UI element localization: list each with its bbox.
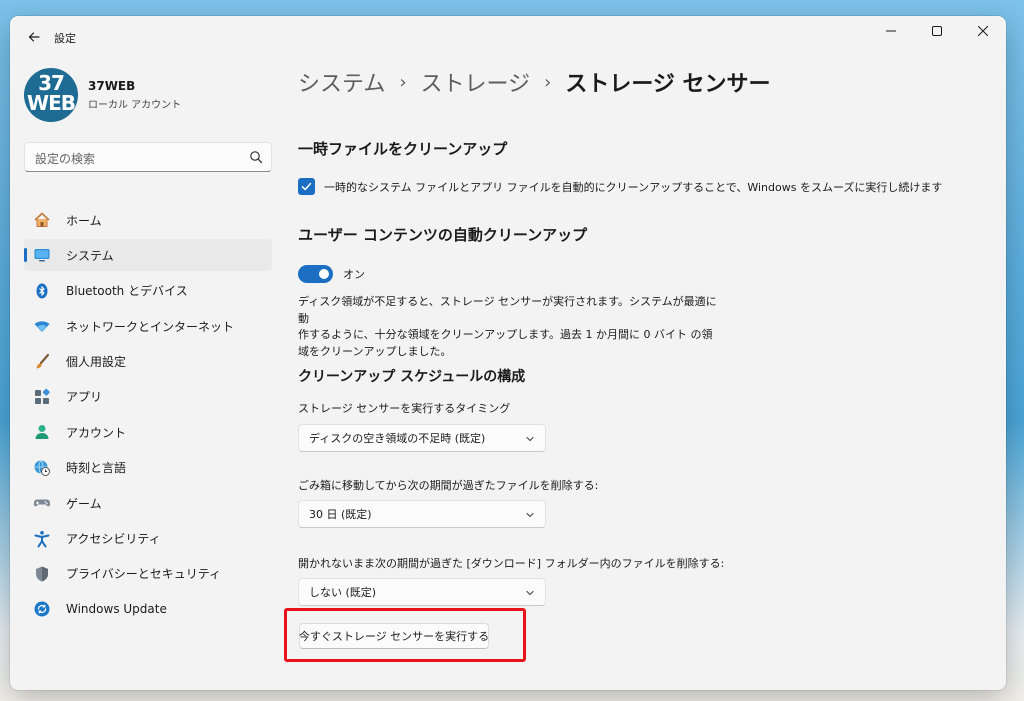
sidebar-item-label: Windows Update [66, 602, 167, 617]
auto-cleanup-description: ディスク領域が不足すると、ストレージ センサーが実行されます。システムが最適に動… [298, 294, 718, 360]
chevron-down-icon [526, 590, 534, 596]
sidebar-item-label: Bluetooth とデバイス [66, 284, 188, 299]
sidebar-item-label: 個人用設定 [66, 355, 127, 370]
toggle-knob [319, 269, 329, 279]
breadcrumb-item-storage[interactable]: ストレージ [421, 66, 531, 98]
toggle-state-label: オン [343, 268, 365, 281]
chevron-right-icon: › [399, 71, 407, 93]
sidebar-item-label: アクセシビリティ [66, 532, 161, 547]
chevron-right-icon: › [544, 71, 552, 93]
downloads-label: 開かれないまま次の期間が過ぎた [ダウンロード] フォルダー内のファイルを削除す… [298, 557, 725, 570]
profile-info: 37WEB ローカル アカウント [88, 79, 181, 111]
window-controls [868, 16, 1006, 46]
sidebar-item-label: アプリ [66, 390, 103, 405]
description-line: 域をクリーンアップしました。 [298, 344, 452, 358]
title-bar: 設定 [10, 16, 1006, 58]
sidebar-item-system[interactable]: システム [24, 239, 272, 272]
minimize-icon [886, 30, 896, 32]
main-content: システム › ストレージ › ストレージ センサー 一時ファイルをクリーンアップ… [284, 58, 998, 690]
chevron-down-icon [526, 436, 534, 442]
back-button[interactable] [20, 24, 48, 50]
dropdown-value: ディスクの空き領域の不足時 (既定) [309, 432, 486, 445]
run-timing-label: ストレージ センサーを実行するタイミング [298, 402, 511, 415]
gamepad-icon [32, 493, 52, 513]
sidebar: 37 WEB 37WEB ローカル アカウント 設定の検索 ホーム システム B… [10, 58, 282, 690]
back-arrow-icon [28, 32, 40, 42]
sidebar-item-personalization[interactable]: 個人用設定 [24, 346, 272, 378]
sidebar-item-bluetooth[interactable]: Bluetooth とデバイス [24, 275, 272, 307]
system-monitor-icon [32, 245, 52, 265]
highlight-frame: 今すぐストレージ センサーを実行する [284, 608, 526, 662]
temp-files-checkbox-label: 一時的なシステム ファイルとアプリ ファイルを自動的にクリーンアップすることで、… [324, 180, 943, 194]
maximize-button[interactable] [914, 16, 960, 46]
sidebar-item-privacy[interactable]: プライバシーとセキュリティ [24, 558, 272, 590]
temp-files-checkbox[interactable] [298, 178, 315, 195]
avatar: 37 WEB [24, 68, 78, 122]
shield-icon [32, 564, 52, 584]
sidebar-item-label: システム [66, 248, 114, 263]
apps-icon [32, 387, 52, 407]
search-box[interactable]: 設定の検索 [24, 142, 272, 172]
profile[interactable]: 37 WEB 37WEB ローカル アカウント [24, 68, 181, 122]
dropdown-value: 30 日 (既定) [309, 508, 372, 521]
sidebar-item-home[interactable]: ホーム [24, 204, 272, 236]
bluetooth-icon [32, 281, 52, 301]
accessibility-icon [32, 529, 52, 549]
minimize-button[interactable] [868, 16, 914, 46]
sidebar-item-label: ゲーム [66, 496, 102, 511]
sidebar-item-network[interactable]: ネットワークとインターネット [24, 310, 272, 342]
sidebar-item-label: ネットワークとインターネット [66, 319, 235, 334]
avatar-logo-text: 37 WEB [27, 71, 76, 115]
home-icon [32, 210, 52, 230]
sidebar-item-label: プライバシーとセキュリティ [66, 567, 222, 582]
close-icon [978, 26, 988, 36]
temp-files-heading: 一時ファイルをクリーンアップ [298, 140, 508, 158]
sidebar-item-gaming[interactable]: ゲーム [24, 487, 272, 519]
chevron-down-icon [526, 512, 534, 518]
run-storage-sense-button[interactable]: 今すぐストレージ センサーを実行する [299, 623, 489, 649]
auto-cleanup-toggle[interactable] [298, 265, 333, 283]
sidebar-item-apps[interactable]: アプリ [24, 381, 272, 413]
window-title: 設定 [54, 32, 76, 45]
profile-account-type: ローカル アカウント [88, 100, 182, 111]
sidebar-item-windows-update[interactable]: Windows Update [24, 593, 272, 625]
recycle-bin-label: ごみ箱に移動してから次の期間が過ぎたファイルを削除する: [298, 479, 599, 492]
description-line: ディスク領域が不足すると、ストレージ センサーが実行されます。システムが最適に動 [298, 295, 717, 325]
maximize-icon [932, 26, 942, 36]
profile-name: 37WEB [88, 79, 136, 93]
downloads-dropdown[interactable]: しない (既定) [298, 578, 546, 606]
sidebar-item-label: 時刻と言語 [66, 461, 127, 476]
sidebar-nav: ホーム システム Bluetooth とデバイス ネットワークとインターネット [24, 204, 272, 629]
sidebar-item-label: アカウント [66, 425, 127, 440]
globe-clock-icon [32, 458, 52, 478]
temp-files-checkbox-row[interactable]: 一時的なシステム ファイルとアプリ ファイルを自動的にクリーンアップすることで、… [298, 178, 942, 195]
recycle-bin-dropdown[interactable]: 30 日 (既定) [298, 500, 546, 528]
page-title: ストレージ センサー [565, 72, 771, 97]
search-input[interactable]: 設定の検索 [35, 150, 95, 167]
settings-window: 設定 37 WEB 37WEB ローカル アカウント 設定の検索 ホーム システ… [10, 16, 1006, 690]
account-icon [32, 422, 52, 442]
search-icon [250, 151, 263, 164]
run-timing-dropdown[interactable]: ディスクの空き領域の不足時 (既定) [298, 424, 546, 452]
breadcrumb: システム › ストレージ › ストレージ センサー [298, 66, 771, 98]
sidebar-item-accessibility[interactable]: アクセシビリティ [24, 523, 272, 555]
close-button[interactable] [960, 16, 1006, 46]
dropdown-value: しない (既定) [309, 586, 377, 599]
breadcrumb-item-system[interactable]: システム [298, 66, 385, 98]
sidebar-item-label: ホーム [66, 213, 102, 228]
brush-icon [32, 352, 52, 372]
sidebar-item-time-language[interactable]: 時刻と言語 [24, 452, 272, 484]
description-line: 作するように、十分な領域をクリーンアップします。過去 1 か月間に 0 バイト … [298, 328, 713, 341]
auto-cleanup-toggle-row[interactable]: オン [298, 265, 365, 283]
schedule-heading: クリーンアップ スケジュールの構成 [298, 369, 526, 385]
sidebar-item-accounts[interactable]: アカウント [24, 416, 272, 448]
update-icon [32, 599, 52, 619]
wifi-icon [32, 316, 52, 336]
auto-cleanup-heading: ユーザー コンテンツの自動クリーンアップ [298, 226, 588, 244]
checkmark-icon [301, 182, 312, 191]
